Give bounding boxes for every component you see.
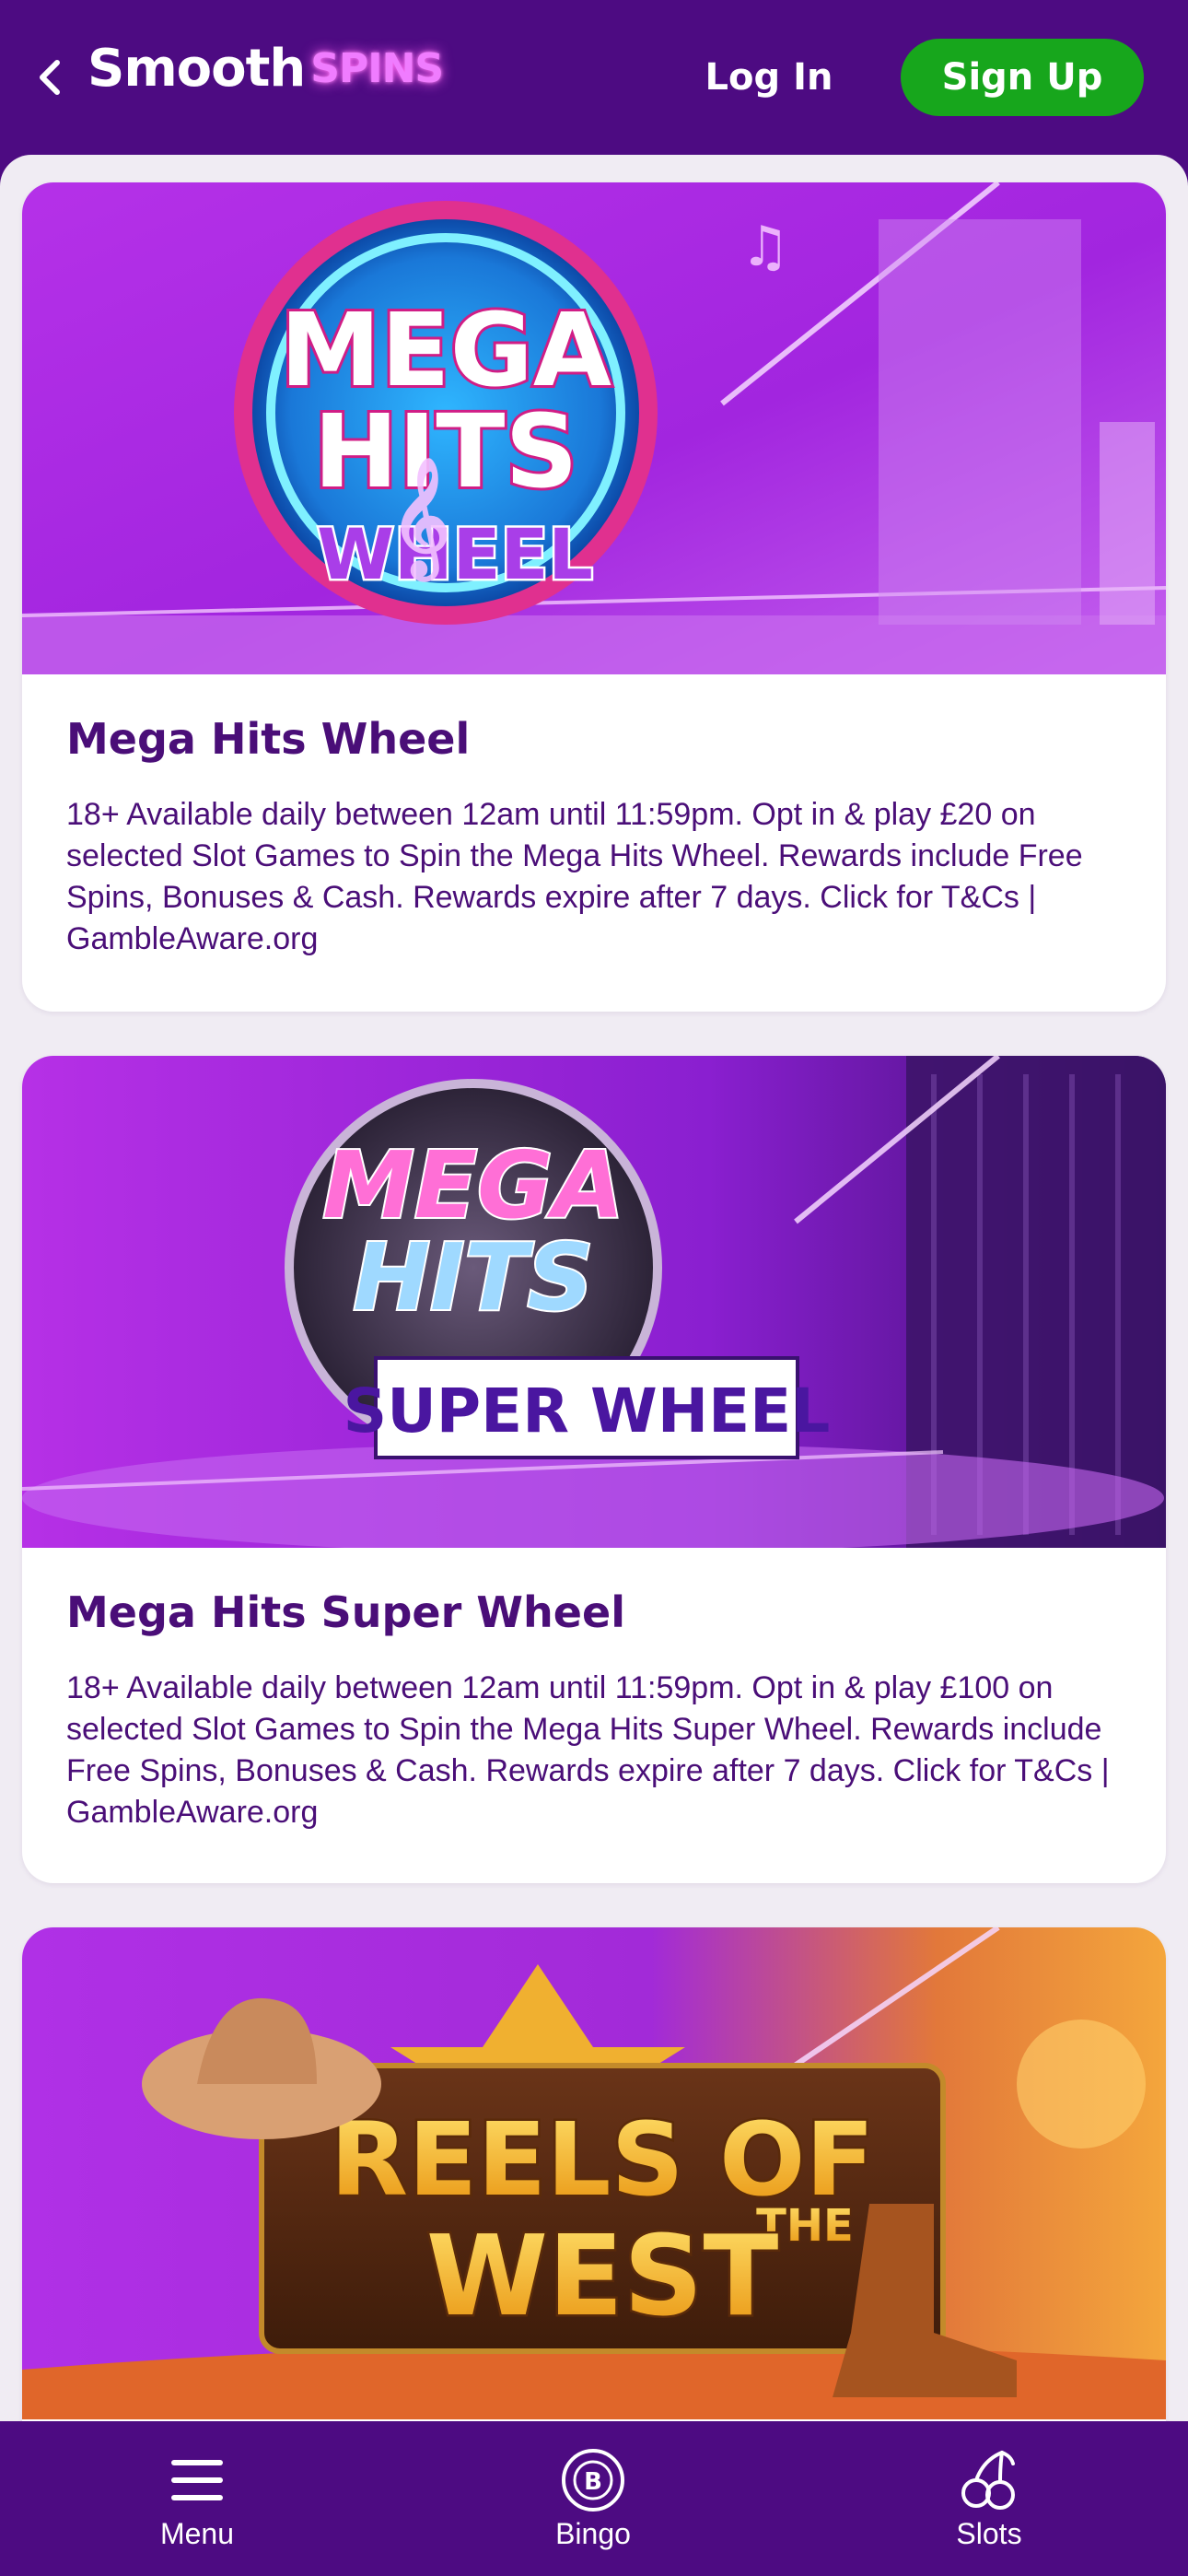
smooth-spins-logo[interactable]: Smooth SPINS: [87, 39, 444, 112]
chevron-left-icon: [40, 60, 60, 95]
nav-bingo-label: Bingo: [555, 2517, 631, 2550]
signup-button[interactable]: Sign Up: [901, 39, 1144, 116]
promo-banner-mega-hits-wheel: MEGA HITS WHEEL 𝄞 ♫: [22, 182, 1166, 674]
promo-title: Mega Hits Super Wheel: [66, 1587, 625, 1637]
logo-spins-text: SPINS: [310, 45, 444, 92]
promo-banner-reels-of-the-west: REELS OF THE WEST: [22, 1927, 1166, 2419]
promo-title: Mega Hits Wheel: [66, 714, 471, 764]
top-header: Smooth SPINS Log In Sign Up: [0, 0, 1188, 155]
nav-menu-label: Menu: [159, 2517, 235, 2550]
promo-description: 18+ Available daily between 12am until 1…: [66, 1670, 1110, 1830]
banner-text-line3: SUPER WHEEL: [344, 1376, 831, 1446]
cherries-icon: [961, 2451, 1015, 2510]
nav-slots-label: Slots: [956, 2517, 1022, 2550]
back-button[interactable]: [31, 57, 68, 98]
bottom-navigation: Menu B Bingo Slots: [0, 2421, 1188, 2576]
promo-card-mega-hits-super-wheel[interactable]: MEGA HITS SUPER WHEEL Mega Hits Super Wh…: [22, 1056, 1166, 1883]
svg-text:B: B: [584, 2468, 602, 2496]
hamburger-icon: [171, 2460, 223, 2500]
promotions-list: MEGA HITS WHEEL 𝄞 ♫ Mega Hits Wheel 18+ …: [0, 155, 1188, 2421]
promo-card-reels-of-the-west[interactable]: REELS OF THE WEST: [22, 1927, 1166, 2421]
treble-clef-icon: 𝄞: [390, 457, 450, 582]
banner-text-line3: WEST: [426, 2213, 779, 2341]
promo-banner-mega-hits-super-wheel: MEGA HITS SUPER WHEEL: [22, 1056, 1166, 1548]
nav-menu[interactable]: Menu: [77, 2421, 317, 2576]
promo-description: 18+ Available daily between 12am until 1…: [66, 797, 1083, 956]
logo-smooth-text: Smooth: [87, 39, 306, 99]
promo-card-mega-hits-wheel[interactable]: MEGA HITS WHEEL 𝄞 ♫ Mega Hits Wheel 18+ …: [22, 182, 1166, 1012]
login-button[interactable]: Log In: [681, 39, 856, 116]
nav-slots[interactable]: Slots: [869, 2421, 1109, 2576]
banner-text-line1: MEGA: [280, 291, 611, 409]
bingo-ball-icon: B: [562, 2449, 624, 2512]
nav-bingo[interactable]: B Bingo: [473, 2421, 713, 2576]
banner-text-line2: HITS: [353, 1224, 593, 1331]
music-note-icon: ♫: [740, 215, 790, 279]
banner-text-line3: WHEEL: [317, 513, 593, 595]
